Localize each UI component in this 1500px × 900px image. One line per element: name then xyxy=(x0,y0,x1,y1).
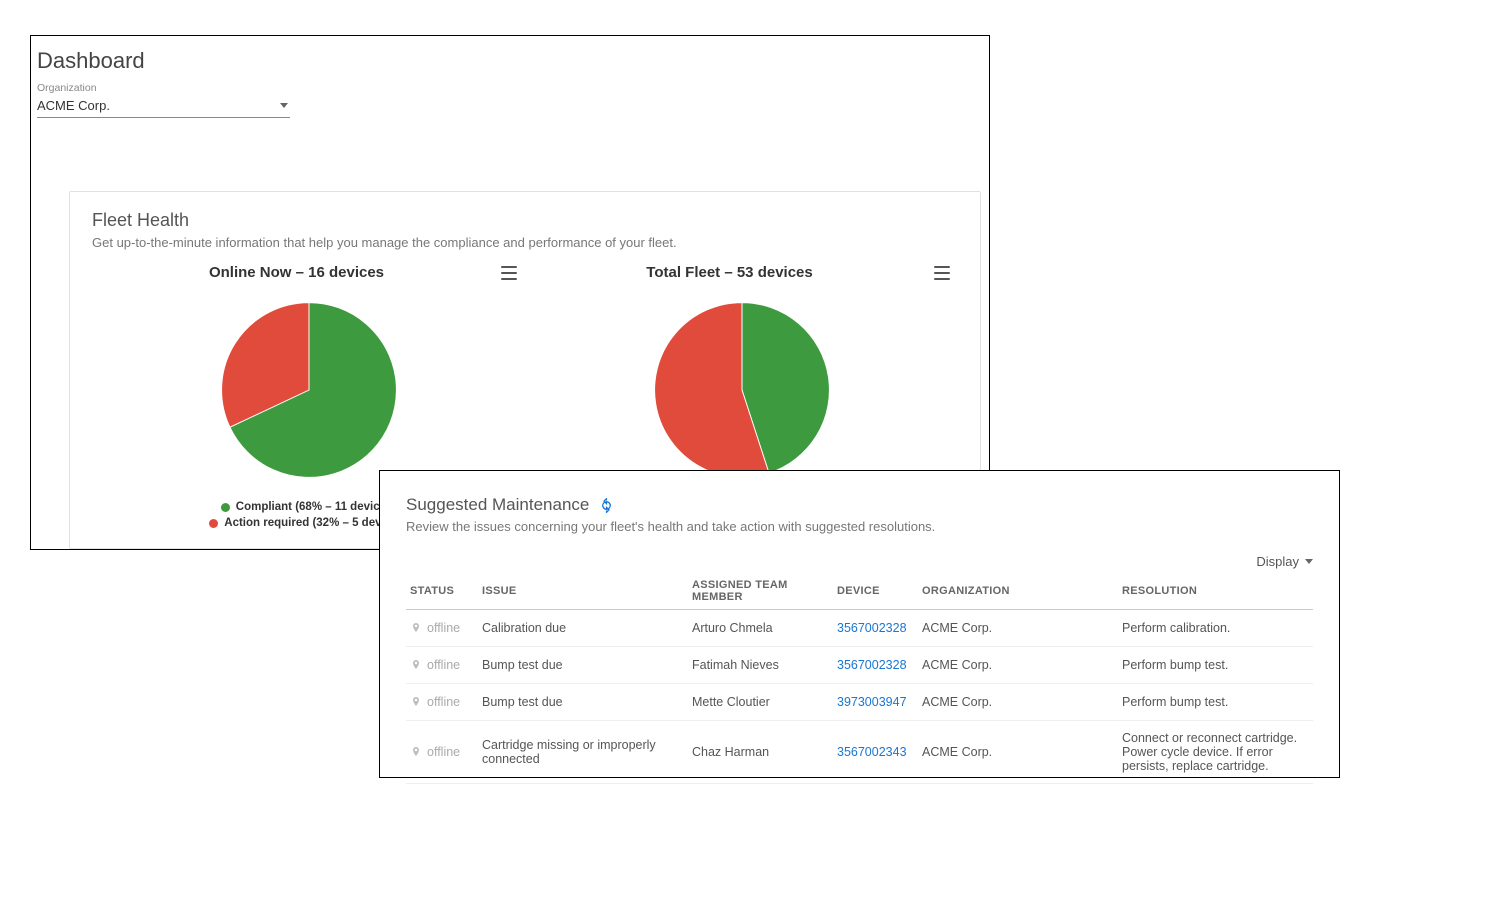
cell-member: Chaz Harman xyxy=(688,721,833,784)
cell-resolution: Perform bump test. xyxy=(1118,647,1313,684)
cell-member: Fatimah Nieves xyxy=(688,647,833,684)
fleet-health-title: Fleet Health xyxy=(92,210,958,231)
col-device: DEVICE xyxy=(833,573,918,610)
status-text: offline xyxy=(427,745,460,759)
cell-resolution: Connect or reconnect cartridge. Power cy… xyxy=(1118,721,1313,784)
table-row: offline Calibration dueArturo Chmela 35670… xyxy=(406,610,1313,647)
device-link[interactable]: 3973003947 xyxy=(837,695,907,709)
cell-resolution: Perform bump test. xyxy=(1118,684,1313,721)
organization-value: ACME Corp. xyxy=(37,98,110,113)
cell-org: ACME Corp. xyxy=(918,684,1118,721)
display-dropdown[interactable]: Display xyxy=(1256,554,1313,569)
status-text: offline xyxy=(427,695,460,709)
status-text: offline xyxy=(427,621,460,635)
table-row: offline Bump test dueFatimah Nieves 356700… xyxy=(406,647,1313,684)
col-org: ORGANIZATION xyxy=(918,573,1118,610)
cell-issue: Bump test due xyxy=(478,684,688,721)
location-pin-icon xyxy=(410,620,422,636)
cell-issue: Bump test due xyxy=(478,647,688,684)
display-label: Display xyxy=(1256,554,1299,569)
legend-action-required: Action required (32% – 5 devices) xyxy=(209,517,407,529)
col-issue: ISSUE xyxy=(478,573,688,610)
chart-total-title: Total Fleet – 53 devices xyxy=(525,264,934,281)
dot-icon xyxy=(209,519,218,528)
fleet-health-subtitle: Get up-to-the-minute information that he… xyxy=(92,235,958,250)
maintenance-window: Suggested Maintenance Review the issues … xyxy=(379,470,1340,778)
device-link[interactable]: 3567002343 xyxy=(837,745,907,759)
col-resolution: RESOLUTION xyxy=(1118,573,1313,610)
maintenance-tbody: offline Calibration dueArturo Chmela 35670… xyxy=(406,610,1313,784)
cell-issue: Calibration due xyxy=(478,610,688,647)
status-cell: offline xyxy=(410,744,474,760)
legend-compliant: Compliant (68% – 11 devices) xyxy=(221,501,396,513)
cell-org: ACME Corp. xyxy=(918,647,1118,684)
chevron-down-icon xyxy=(280,103,288,108)
status-cell: offline xyxy=(410,620,474,636)
pie-online-now xyxy=(214,295,404,485)
location-pin-icon xyxy=(410,744,422,760)
device-link[interactable]: 3567002328 xyxy=(837,658,907,672)
col-member: ASSIGNED TEAM MEMBER xyxy=(688,573,833,610)
status-text: offline xyxy=(427,658,460,672)
location-pin-icon xyxy=(410,694,422,710)
organization-label: Organization xyxy=(37,82,290,94)
cell-resolution: Perform calibration. xyxy=(1118,610,1313,647)
status-cell: offline xyxy=(410,657,474,673)
organization-select[interactable]: ACME Corp. xyxy=(37,96,290,118)
hamburger-icon[interactable] xyxy=(934,266,950,280)
cell-member: Mette Cloutier xyxy=(688,684,833,721)
cell-org: ACME Corp. xyxy=(918,610,1118,647)
cell-org: ACME Corp. xyxy=(918,721,1118,784)
dot-icon xyxy=(221,503,230,512)
table-row: offline Bump test dueMette Cloutier 397300… xyxy=(406,684,1313,721)
location-pin-icon xyxy=(410,657,422,673)
page-title: Dashboard xyxy=(31,36,989,78)
cell-member: Arturo Chmela xyxy=(688,610,833,647)
chart-online-title: Online Now – 16 devices xyxy=(92,264,501,281)
col-status: STATUS xyxy=(406,573,478,610)
chevron-down-icon xyxy=(1305,559,1313,564)
hamburger-icon[interactable] xyxy=(501,266,517,280)
table-row: offline Cartridge missing or improperly c… xyxy=(406,721,1313,784)
refresh-icon[interactable] xyxy=(599,498,614,513)
cell-issue: Cartridge missing or improperly connecte… xyxy=(478,721,688,784)
pie-total-fleet xyxy=(647,295,837,485)
maintenance-table: STATUS ISSUE ASSIGNED TEAM MEMBER DEVICE… xyxy=(406,573,1313,784)
maintenance-title: Suggested Maintenance xyxy=(406,495,589,515)
status-cell: offline xyxy=(410,694,474,710)
device-link[interactable]: 3567002328 xyxy=(837,621,907,635)
maintenance-subtitle: Review the issues concerning your fleet'… xyxy=(406,519,1313,534)
